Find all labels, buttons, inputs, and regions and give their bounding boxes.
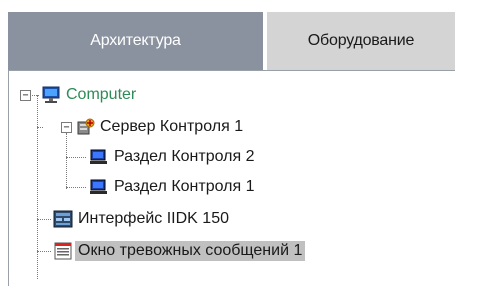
tree-node-label: Интерфейс IIDK 150 [78,210,229,227]
computer-icon [41,86,61,104]
tab-architecture[interactable]: Архитектура [8,12,263,70]
tree-node-label: Computer [66,86,137,103]
tree-line [37,219,51,220]
tree-node-alarm-window[interactable]: Окно тревожных сообщений 1 [53,241,306,261]
interface-icon [53,210,73,228]
app-window: Архитектура Оборудование − − Computer Се… [0,0,477,286]
collapse-toggle-server[interactable]: − [61,122,72,133]
tree-node-label: Сервер Контроля 1 [100,118,244,135]
monitor-icon [89,148,109,166]
tree-line [30,95,39,96]
tree-node-section-2[interactable]: Раздел Контроля 2 [89,147,258,167]
monitor-icon [89,178,109,196]
hardware-tree-panel: − − Computer Сервер Контроля 1 Раздел Ко… [8,70,455,286]
tree-line [66,133,67,189]
tree-line [37,251,51,252]
tab-equipment[interactable]: Оборудование [267,12,455,70]
tree-node-computer[interactable]: Computer [41,85,139,105]
tree-node-server[interactable]: Сервер Контроля 1 [75,117,246,137]
tree-line [66,187,86,188]
tree-node-section-1[interactable]: Раздел Контроля 1 [89,177,258,197]
tree-node-iidk[interactable]: Интерфейс IIDK 150 [53,209,232,229]
server-icon [75,118,95,136]
tab-bar: Архитектура Оборудование [0,0,477,72]
tree-node-label: Окно тревожных сообщений 1 [75,241,306,261]
collapse-toggle-computer[interactable]: − [20,90,31,101]
tree-node-label: Раздел Контроля 2 [114,148,255,165]
tree-line [37,127,43,128]
alarm-window-icon [53,242,73,260]
tree-node-label: Раздел Контроля 1 [114,178,255,195]
tree-line [66,157,86,158]
